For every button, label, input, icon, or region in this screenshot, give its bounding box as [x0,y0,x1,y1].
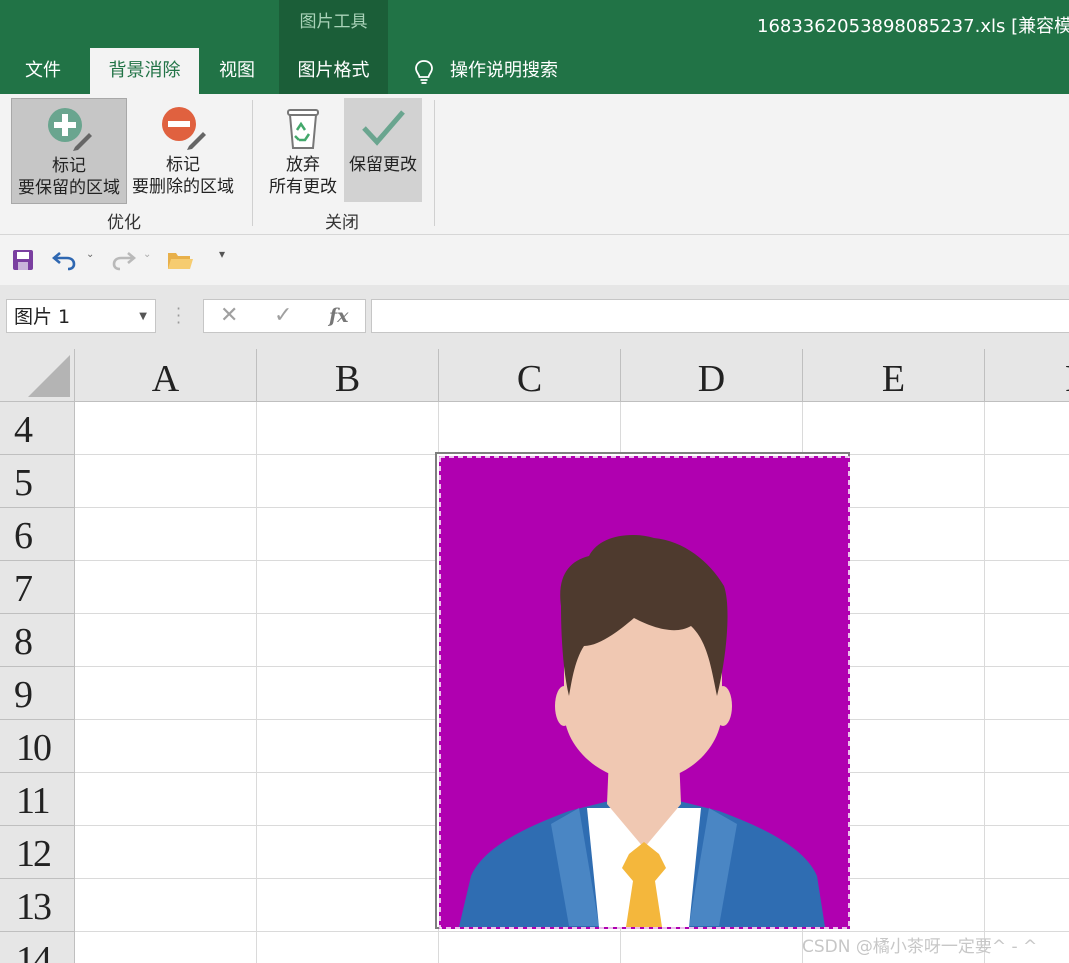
chevron-down-icon[interactable]: ▼ [139,300,147,334]
mark-keep-label: 标记 要保留的区域 [18,156,120,198]
picture-1[interactable] [435,452,850,929]
name-box-value: 图片 1 [14,306,71,328]
row-header-6[interactable]: 6 [0,508,75,561]
ribbon-tabs: 文件 背景消除 视图 图片格式 操作说明搜索 [0,48,1069,94]
undo-dropdown-icon[interactable]: ⌄ [86,249,94,260]
insert-function-button[interactable]: fx [329,300,349,332]
select-all-button[interactable] [0,349,75,402]
ribbon-separator [434,100,435,226]
lightbulb-icon [415,60,433,84]
tell-me-label: 操作说明搜索 [450,60,558,81]
column-header-a[interactable]: A [75,349,257,402]
name-box[interactable]: 图片 1 ▼ [6,299,156,333]
undo-icon[interactable] [52,248,78,272]
recycle-bin-icon [287,109,319,149]
avatar-portrait-image [439,456,850,929]
group-label-optimize: 优化 [107,213,141,233]
row-header-8[interactable]: 8 [0,614,75,667]
worksheet-grid: A B C D E F 4 5 6 7 8 9 10 11 12 13 14 [0,349,1069,963]
row-header-5[interactable]: 5 [0,455,75,508]
save-icon[interactable] [12,249,34,271]
column-header-f[interactable]: F [985,349,1069,402]
redo-dropdown-icon[interactable]: ⌄ [143,249,151,260]
row-header-14[interactable]: 14 [0,932,75,963]
mark-remove-icon [162,107,206,150]
mark-areas-to-keep-button[interactable]: 标记 要保留的区域 [11,98,127,204]
ribbon: 标记 要保留的区域 标记 要删除的区域 优化 放弃 所有更改 保留更改 关闭 [0,94,1069,235]
formula-bar: 图片 1 ▼ · · · ✕ ✓ fx [0,285,1069,349]
customize-icon[interactable]: ▾ [219,247,225,261]
gridline [256,402,257,963]
column-header-c[interactable]: C [439,349,621,402]
discard-all-changes-button[interactable]: 放弃 所有更改 [264,98,342,202]
formula-input[interactable] [371,299,1069,333]
title-bar: 图片工具 1683362053898085237.xls [兼容模式 [0,0,1069,48]
row-header-13[interactable]: 13 [0,879,75,932]
column-header-d[interactable]: D [621,349,803,402]
row-header-4[interactable]: 4 [0,402,75,455]
keep-changes-button[interactable]: 保留更改 [344,98,422,202]
drag-handle-icon[interactable]: · · · [176,301,181,331]
group-label-close: 关闭 [325,213,359,233]
cancel-icon[interactable]: ✕ [220,300,238,332]
mark-areas-to-remove-button[interactable]: 标记 要删除的区域 [128,98,238,202]
tab-picture-format[interactable]: 图片格式 [279,48,388,94]
row-header-7[interactable]: 7 [0,561,75,614]
keep-changes-label: 保留更改 [349,155,417,175]
watermark: CSDN @橘小茶呀一定要^ - ^ [802,937,1038,957]
tab-view[interactable]: 视图 [203,48,271,94]
row-header-10[interactable]: 10 [0,720,75,773]
formula-buttons: ✕ ✓ fx [203,299,366,333]
document-title: 1683362053898085237.xls [兼容模式 [757,16,1069,37]
gridline [984,402,985,963]
row-header-11[interactable]: 11 [0,773,75,826]
tab-file[interactable]: 文件 [8,48,78,94]
redo-icon[interactable] [110,248,136,272]
row-header-9[interactable]: 9 [0,667,75,720]
row-header-12[interactable]: 12 [0,826,75,879]
mark-remove-label: 标记 要删除的区域 [132,155,234,197]
column-header-e[interactable]: E [803,349,985,402]
checkmark-icon [362,110,405,146]
mark-keep-icon [48,108,92,151]
tell-me-search[interactable]: 操作说明搜索 [408,48,558,94]
ribbon-separator [252,100,253,226]
enter-icon[interactable]: ✓ [274,300,292,332]
picture-tools-header: 图片工具 [279,0,388,48]
quick-access-toolbar: ⌄ ⌄ ▾ [0,235,1069,285]
open-folder-icon[interactable] [167,249,193,271]
column-header-b[interactable]: B [257,349,439,402]
discard-label: 放弃 所有更改 [269,155,337,197]
select-all-triangle-icon [28,355,70,397]
tab-background-removal[interactable]: 背景消除 [90,48,199,94]
